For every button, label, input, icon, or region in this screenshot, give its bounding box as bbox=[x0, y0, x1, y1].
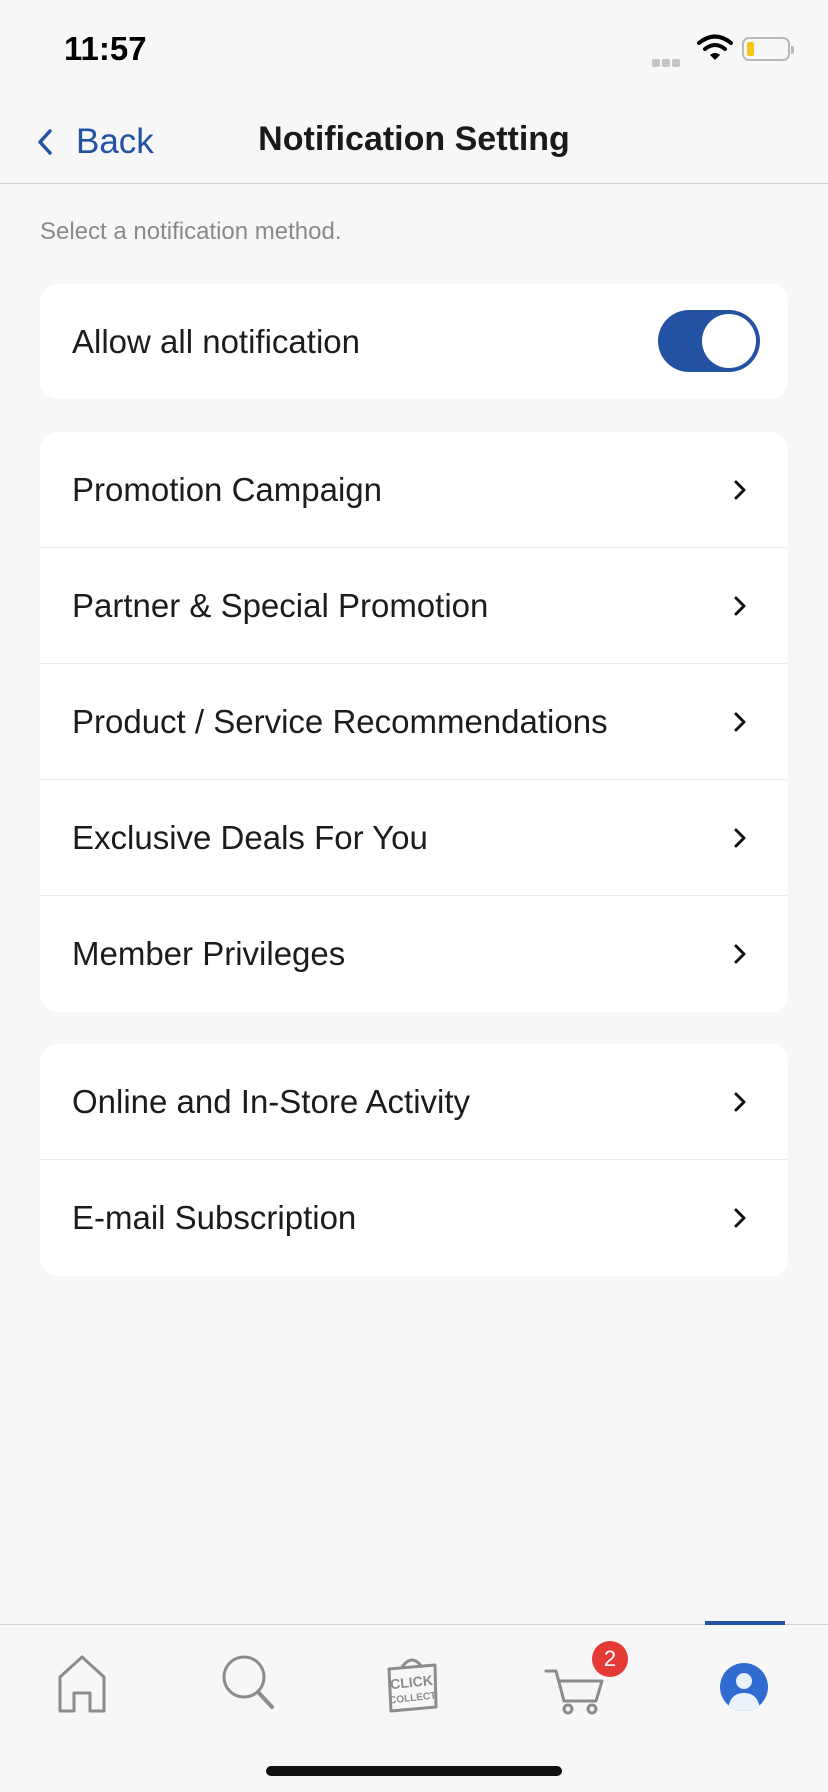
row-label: Partner & Special Promotion bbox=[72, 586, 489, 624]
home-indicator bbox=[266, 1766, 562, 1776]
chevron-right-icon bbox=[734, 596, 746, 615]
status-bar: 11:57 bbox=[0, 0, 828, 100]
cellular-signal-icon bbox=[652, 52, 682, 67]
row-member-privileges[interactable]: Member Privileges bbox=[40, 896, 788, 1012]
allow-all-label: Allow all notification bbox=[72, 322, 360, 360]
home-icon bbox=[58, 1655, 106, 1713]
notification-group-promotions: Promotion Campaign Partner & Special Pro… bbox=[40, 432, 788, 1012]
chevron-right-icon bbox=[734, 1208, 746, 1228]
allow-all-row: Allow all notification bbox=[40, 284, 788, 399]
tab-profile[interactable] bbox=[704, 1645, 784, 1717]
row-online-instore-activity[interactable]: Online and In-Store Activity bbox=[40, 1044, 788, 1160]
chevron-right-icon bbox=[734, 1092, 746, 1111]
toggle-knob bbox=[702, 314, 756, 368]
tab-click-collect[interactable]: CLICK COLLECT bbox=[372, 1645, 452, 1717]
avatar-icon bbox=[720, 1663, 768, 1711]
row-label: Exclusive Deals For You bbox=[72, 818, 428, 856]
click-collect-text-2: COLLECT bbox=[389, 1691, 437, 1707]
row-promotion-campaign[interactable]: Promotion Campaign bbox=[40, 432, 788, 548]
chevron-right-icon bbox=[734, 944, 746, 964]
battery-icon bbox=[742, 37, 794, 61]
row-label: Promotion Campaign bbox=[72, 470, 382, 508]
active-tab-indicator bbox=[705, 1621, 785, 1625]
screen: 11:57 Back Notification Setting Select a… bbox=[0, 0, 828, 1792]
wifi-icon bbox=[697, 34, 733, 60]
row-label: E-mail Subscription bbox=[72, 1199, 357, 1236]
allow-all-card: Allow all notification bbox=[40, 284, 788, 399]
row-label: Online and In-Store Activity bbox=[72, 1082, 471, 1120]
chevron-right-icon bbox=[734, 712, 746, 731]
page-title: Notification Setting bbox=[258, 120, 570, 158]
chevron-right-icon bbox=[734, 480, 746, 499]
chevron-right-icon bbox=[734, 828, 746, 847]
click-collect-icon: CLICK COLLECT bbox=[387, 1658, 438, 1713]
row-product-service-recommendations[interactable]: Product / Service Recommendations bbox=[40, 664, 788, 780]
row-label: Product / Service Recommendations bbox=[72, 702, 608, 740]
allow-all-toggle[interactable] bbox=[658, 310, 760, 372]
row-email-subscription[interactable]: E-mail Subscription bbox=[40, 1160, 788, 1276]
navigation-bar: Back Notification Setting bbox=[0, 100, 828, 184]
click-collect-text-1: CLICK bbox=[389, 1672, 433, 1692]
row-partner-special-promotion[interactable]: Partner & Special Promotion bbox=[40, 548, 788, 664]
tab-home[interactable] bbox=[42, 1645, 122, 1717]
row-exclusive-deals[interactable]: Exclusive Deals For You bbox=[40, 780, 788, 896]
tab-cart[interactable]: 2 bbox=[538, 1641, 628, 1717]
hint-text: Select a notification method. bbox=[40, 218, 342, 245]
status-time: 11:57 bbox=[64, 30, 147, 67]
notification-group-activity: Online and In-Store Activity E-mail Subs… bbox=[40, 1044, 788, 1276]
cart-badge: 2 bbox=[592, 1641, 628, 1677]
tab-search[interactable] bbox=[208, 1645, 288, 1717]
row-label: Member Privileges bbox=[72, 935, 346, 972]
search-icon bbox=[222, 1655, 274, 1709]
